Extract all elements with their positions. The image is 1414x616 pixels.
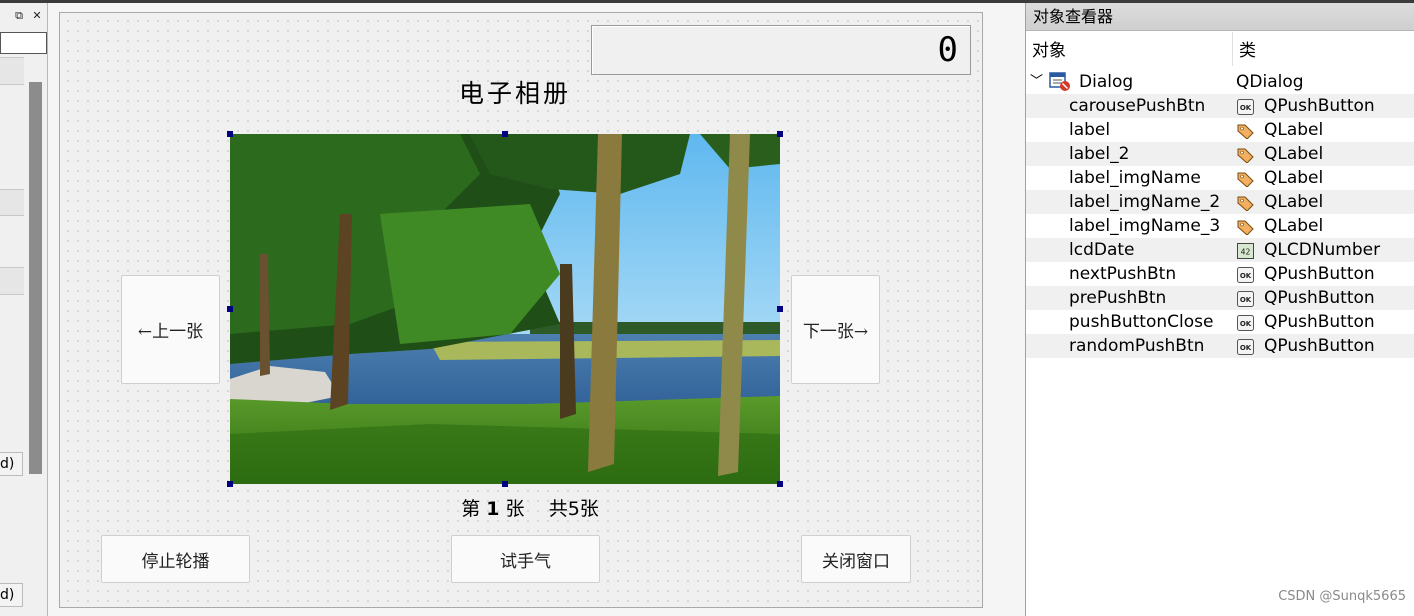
close-window-button[interactable]: 关闭窗口 <box>801 535 911 583</box>
tree-row[interactable]: label_imgName QLabel <box>1026 166 1414 190</box>
tree-row-root[interactable]: ﹀ Dialog QDialog <box>1026 70 1414 94</box>
left-truncated-item[interactable]: d) <box>0 583 23 607</box>
inspector-title: 对象查看器 <box>1026 3 1414 31</box>
selection-handle[interactable] <box>227 481 233 487</box>
tree-class-name: QLabel <box>1264 216 1324 236</box>
svg-text:OK: OK <box>1240 320 1252 328</box>
pushbutton-icon: OK <box>1237 98 1254 115</box>
tree-object-name: prePushBtn <box>1069 288 1167 308</box>
tree-object-name: randomPushBtn <box>1069 336 1205 356</box>
tree-class-name: QPushButton <box>1264 312 1375 332</box>
left-section-header <box>0 57 24 85</box>
tree-class-name: QPushButton <box>1264 336 1375 356</box>
left-section-header <box>0 267 24 295</box>
svg-text:OK: OK <box>1240 344 1252 352</box>
tree-class-name: QLabel <box>1264 120 1324 140</box>
svg-text:OK: OK <box>1240 296 1252 304</box>
pushbutton-icon: OK <box>1237 266 1254 283</box>
selection-handle[interactable] <box>777 481 783 487</box>
tree-class-name: QPushButton <box>1264 96 1375 116</box>
pushbutton-icon: OK <box>1237 314 1254 331</box>
left-scrollbar[interactable] <box>29 82 42 474</box>
tree-object-name: Dialog <box>1079 72 1134 92</box>
selection-handle[interactable] <box>502 481 508 487</box>
left-section-header <box>0 189 24 216</box>
label-icon <box>1237 122 1254 140</box>
tree-class-name: QDialog <box>1236 72 1304 92</box>
tree-row[interactable]: lcdDate 42 QLCDNumber <box>1026 238 1414 262</box>
tree-row[interactable]: label_imgName_2 QLabel <box>1026 190 1414 214</box>
stop-carousel-button[interactable]: 停止轮播 <box>101 535 250 583</box>
tree-row[interactable]: carousePushBtn OK QPushButton <box>1026 94 1414 118</box>
label-icon <box>1237 194 1254 212</box>
label-icon <box>1237 170 1254 188</box>
tree-row[interactable]: randomPushBtn OK QPushButton <box>1026 334 1414 358</box>
svg-text:42: 42 <box>1241 248 1251 257</box>
selection-handle[interactable] <box>227 131 233 137</box>
tree-row[interactable]: pushButtonClose OK QPushButton <box>1026 310 1414 334</box>
counter-suffix: 张 <box>505 498 525 520</box>
tree-class-name: QPushButton <box>1264 288 1375 308</box>
restore-icon[interactable]: ⧉ <box>12 9 26 23</box>
selection-handle[interactable] <box>777 131 783 137</box>
left-truncated-item[interactable]: d) <box>0 452 23 476</box>
column-divider[interactable] <box>1232 32 1233 66</box>
tree-object-name: lcdDate <box>1069 240 1135 260</box>
pushbutton-icon: OK <box>1237 338 1254 355</box>
selection-handle[interactable] <box>777 306 783 312</box>
tree-row[interactable]: label QLabel <box>1026 118 1414 142</box>
close-icon[interactable]: ✕ <box>30 9 44 23</box>
lake-forest-photo <box>230 134 780 484</box>
left-filter-input[interactable] <box>0 32 47 54</box>
tree-class-name: QLabel <box>1264 144 1324 164</box>
prev-button[interactable]: ←上一张 <box>121 275 220 384</box>
random-luck-button[interactable]: 试手气 <box>451 535 600 583</box>
svg-text:OK: OK <box>1240 272 1252 280</box>
tree-row[interactable]: nextPushBtn OK QPushButton <box>1026 262 1414 286</box>
label-icon <box>1237 218 1254 236</box>
selection-handle[interactable] <box>227 306 233 312</box>
tree-class-name: QLabel <box>1264 168 1324 188</box>
counter-index: 1 <box>486 498 500 520</box>
tree-object-name: pushButtonClose <box>1069 312 1214 332</box>
tree-object-name: label_imgName_2 <box>1069 192 1221 212</box>
tree-row[interactable]: label_2 QLabel <box>1026 142 1414 166</box>
tree-object-name: nextPushBtn <box>1069 264 1177 284</box>
next-button[interactable]: 下一张→ <box>791 275 880 384</box>
counter-total: 共5张 <box>548 498 599 520</box>
counter-prefix: 第 <box>461 498 481 520</box>
tree-row[interactable]: prePushBtn OK QPushButton <box>1026 286 1414 310</box>
lcdnumber-icon: 42 <box>1237 242 1254 259</box>
chevron-down-icon[interactable]: ﹀ <box>1030 70 1043 94</box>
tree-class-name: QLabel <box>1264 192 1324 212</box>
dialog-icon <box>1049 72 1070 91</box>
label-icon <box>1237 146 1254 164</box>
tree-object-name: label <box>1069 120 1111 140</box>
column-header-class[interactable]: 类 <box>1239 36 1256 66</box>
lcd-date-display[interactable]: 0 <box>591 25 971 75</box>
tree-row[interactable]: label_imgName_3 QLabel <box>1026 214 1414 238</box>
tree-object-name: carousePushBtn <box>1069 96 1206 116</box>
tree-object-name: label_2 <box>1069 144 1130 164</box>
svg-text:OK: OK <box>1240 104 1252 112</box>
image-counter[interactable]: 第 1 张 共5张 <box>420 495 640 523</box>
tree-object-name: label_imgName <box>1069 168 1201 188</box>
selection-handle[interactable] <box>502 131 508 137</box>
tree-class-name: QLCDNumber <box>1264 240 1381 260</box>
column-header-object[interactable]: 对象 <box>1032 36 1066 66</box>
tree-class-name: QPushButton <box>1264 264 1375 284</box>
photo-label[interactable] <box>230 134 780 484</box>
pushbutton-icon: OK <box>1237 290 1254 307</box>
album-title[interactable]: 电子相册 <box>415 74 615 114</box>
watermark: CSDN @Sunqk5665 <box>1278 589 1406 604</box>
tree-object-name: label_imgName_3 <box>1069 216 1221 236</box>
